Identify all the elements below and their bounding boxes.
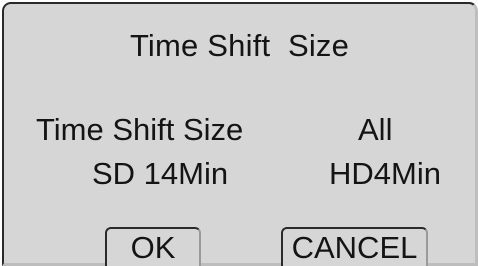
time-shift-size-value: All <box>358 112 393 147</box>
dialog-title: Time Shift Size <box>129 28 350 63</box>
hd-duration-text: HD4Min <box>329 156 441 191</box>
cancel-button[interactable]: CANCEL <box>281 227 428 266</box>
time-shift-size-label: Time Shift Size <box>36 112 244 147</box>
ok-button[interactable]: OK <box>105 227 201 266</box>
sd-duration-text: SD 14Min <box>92 156 229 191</box>
